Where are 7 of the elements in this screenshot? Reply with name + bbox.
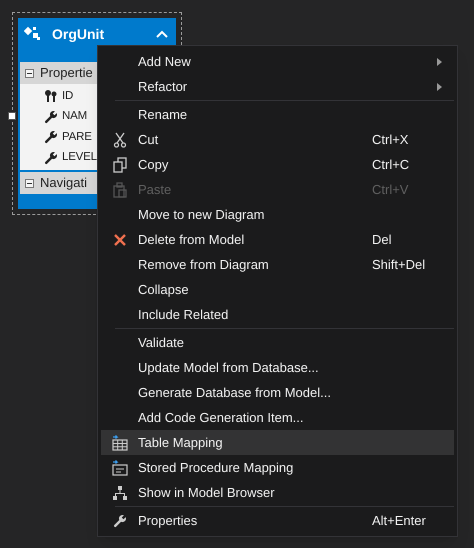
property-name: NAM xyxy=(62,109,87,124)
section-label: Navigati xyxy=(40,174,87,192)
property-name: ID xyxy=(62,88,74,104)
property-name: LEVEL xyxy=(62,150,97,166)
section-label: Propertie xyxy=(40,64,93,82)
entity-title: OrgUnit xyxy=(52,24,104,44)
property-name: PARE xyxy=(62,130,92,145)
